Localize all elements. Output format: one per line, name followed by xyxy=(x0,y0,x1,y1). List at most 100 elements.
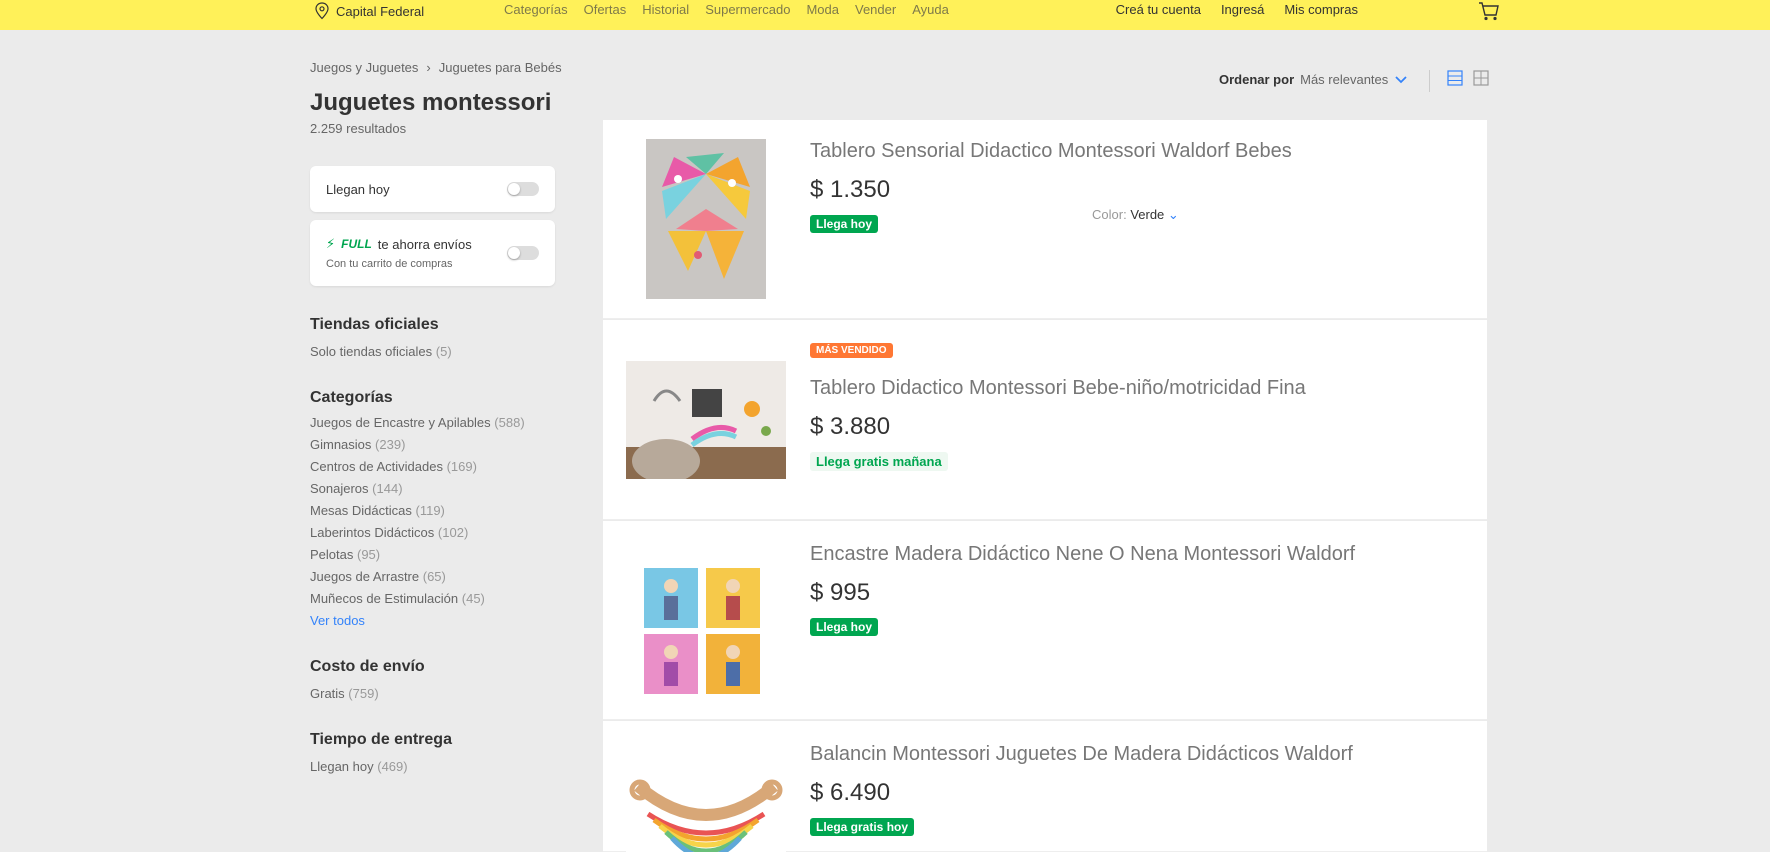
breadcrumb: Juegos y Juguetes › Juguetes para Bebés xyxy=(310,60,562,75)
category-count: (144) xyxy=(372,481,403,496)
section-title-delivery-time: Tiempo de entrega xyxy=(310,731,452,748)
breadcrumb-item[interactable]: Juguetes para Bebés xyxy=(439,60,562,75)
filter-label: Gratis xyxy=(310,686,345,701)
section-title-categories: Categorías xyxy=(310,389,393,406)
full-toggle[interactable] xyxy=(507,246,539,260)
location-pin-icon xyxy=(315,2,329,20)
nav-categorias[interactable]: Categorías xyxy=(504,2,568,17)
category-item[interactable]: Juegos de Encastre y Apilables (588) xyxy=(310,415,555,430)
category-count: (45) xyxy=(461,591,485,606)
category-label: Juegos de Encastre y Apilables xyxy=(310,415,491,430)
product-title[interactable]: Tablero Sensorial Didactico Montessori W… xyxy=(810,140,1292,163)
product-image[interactable] xyxy=(646,139,766,299)
main-nav: Categorías Ofertas Historial Supermercad… xyxy=(504,2,949,17)
variant-label: Color: xyxy=(1092,207,1127,222)
category-item[interactable]: Gimnasios (239) xyxy=(310,437,555,452)
category-count: (102) xyxy=(437,525,469,540)
grid-view-icon[interactable] xyxy=(1473,70,1489,86)
category-label: Juegos de Arrastre xyxy=(310,569,420,584)
nav-vender[interactable]: Vender xyxy=(855,2,896,17)
see-all-categories-link[interactable]: Ver todos xyxy=(310,613,555,628)
shipping-badge: Llega hoy xyxy=(810,215,879,233)
product-price: $ 995 xyxy=(810,579,871,606)
list-view-icon[interactable] xyxy=(1447,70,1463,86)
nav-historial[interactable]: Historial xyxy=(642,2,689,17)
category-label: Laberintos Didácticos xyxy=(310,525,435,540)
breadcrumb-chevron-icon: › xyxy=(426,60,431,75)
nav-ayuda[interactable]: Ayuda xyxy=(912,2,949,17)
location-label: Capital Federal xyxy=(336,3,425,19)
product-title[interactable]: Balancin Montessori Juguetes De Madera D… xyxy=(810,743,1353,766)
filter-count: (469) xyxy=(377,759,408,774)
filter-arrive-today[interactable]: Llegan hoy (469) xyxy=(310,759,555,774)
category-item[interactable]: Pelotas (95) xyxy=(310,547,555,562)
arrive-today-label: Llegan hoy xyxy=(326,181,390,197)
shipping-badge: Llega gratis hoy xyxy=(810,818,915,836)
nav-ofertas[interactable]: Ofertas xyxy=(584,2,627,17)
category-label: Gimnasios xyxy=(310,437,372,452)
filter-count: (759) xyxy=(348,686,379,701)
category-label: Muñecos de Estimulación xyxy=(310,591,459,606)
category-count: (119) xyxy=(415,503,445,518)
full-sublabel: Con tu carrito de compras xyxy=(326,258,453,270)
product-price: $ 3.880 xyxy=(810,413,891,440)
full-label: te ahorra envíos xyxy=(377,236,472,252)
nav-supermercado[interactable]: Supermercado xyxy=(705,2,790,17)
product-image[interactable] xyxy=(626,774,786,852)
section-title-shipping-cost: Costo de envío xyxy=(310,658,425,675)
sort-label: Ordenar por xyxy=(1219,72,1295,87)
variant-value: Verde xyxy=(1130,207,1165,222)
filter-official-stores[interactable]: Solo tiendas oficiales (5) xyxy=(310,344,555,359)
login-link[interactable]: Ingresá xyxy=(1221,2,1264,17)
shipping-label: Llega gratis mañana xyxy=(810,452,948,471)
product-title[interactable]: Encastre Madera Didáctico Nene O Nena Mo… xyxy=(810,543,1355,566)
chevron-down-icon xyxy=(1395,75,1407,83)
category-item[interactable]: Muñecos de Estimulación (45) xyxy=(310,591,555,606)
results-count: 2.259 resultados xyxy=(310,121,407,136)
category-count: (588) xyxy=(494,415,525,430)
category-count: (65) xyxy=(422,569,446,584)
view-switcher xyxy=(1430,70,1489,86)
full-filter[interactable]: ⚡ FULL te ahorra envíos Con tu carrito d… xyxy=(310,220,555,286)
filter-label: Solo tiendas oficiales xyxy=(310,344,433,359)
chevron-down-icon: ⌄ xyxy=(1167,207,1179,222)
category-item[interactable]: Laberintos Didácticos (102) xyxy=(310,525,555,540)
category-count: (239) xyxy=(375,437,406,452)
product-card[interactable]: Tablero Sensorial Didactico Montessori W… xyxy=(603,120,1487,319)
create-account-link[interactable]: Creá tu cuenta xyxy=(1116,2,1201,17)
arrive-today-filter[interactable]: Llegan hoy xyxy=(310,166,555,212)
category-item[interactable]: Juegos de Arrastre (65) xyxy=(310,569,555,584)
filter-free-shipping[interactable]: Gratis (759) xyxy=(310,686,555,701)
filter-label: Llegan hoy xyxy=(310,759,374,774)
nav-moda[interactable]: Moda xyxy=(806,2,839,17)
product-card[interactable]: Balancin Montessori Juguetes De Madera D… xyxy=(603,721,1487,852)
product-card[interactable]: MÁS VENDIDO Tablero Didactico Montessori… xyxy=(603,320,1487,520)
category-label: Sonajeros xyxy=(310,481,369,496)
lightning-icon: ⚡ xyxy=(326,236,336,251)
best-seller-badge: MÁS VENDIDO xyxy=(810,343,893,358)
full-brand-label: FULL xyxy=(341,237,372,251)
product-title[interactable]: Tablero Didactico Montessori Bebe-niño/m… xyxy=(810,377,1306,400)
category-label: Mesas Didácticas xyxy=(310,503,412,518)
product-image[interactable] xyxy=(626,361,786,479)
arrive-today-toggle[interactable] xyxy=(507,182,539,196)
cart-icon[interactable] xyxy=(1477,0,1501,22)
shipping-badge: Llega hoy xyxy=(810,618,879,636)
product-card[interactable]: Encastre Madera Didáctico Nene O Nena Mo… xyxy=(603,521,1487,720)
category-item[interactable]: Centros de Actividades (169) xyxy=(310,459,555,474)
page-title: Juguetes montessori xyxy=(310,89,552,116)
category-item[interactable]: Mesas Didácticas (119) xyxy=(310,503,555,518)
my-purchases-link[interactable]: Mis compras xyxy=(1284,2,1358,17)
product-image[interactable] xyxy=(626,556,786,706)
sort-control[interactable]: Ordenar por Más relevantes xyxy=(1219,72,1408,87)
filters-sidebar: Juegos y Juguetes › Juguetes para Bebés … xyxy=(310,60,562,774)
filter-count: (5) xyxy=(435,344,452,359)
category-count: (95) xyxy=(357,547,381,562)
breadcrumb-item[interactable]: Juegos y Juguetes xyxy=(310,60,418,75)
category-item[interactable]: Sonajeros (144) xyxy=(310,481,555,496)
color-variant-selector[interactable]: Color: Verde ⌄ xyxy=(1092,207,1179,223)
location-selector[interactable]: Capital Federal xyxy=(314,2,424,20)
product-price: $ 6.490 xyxy=(810,779,891,806)
category-count: (169) xyxy=(446,459,477,474)
user-nav: Creá tu cuenta Ingresá Mis compras xyxy=(1116,2,1358,17)
